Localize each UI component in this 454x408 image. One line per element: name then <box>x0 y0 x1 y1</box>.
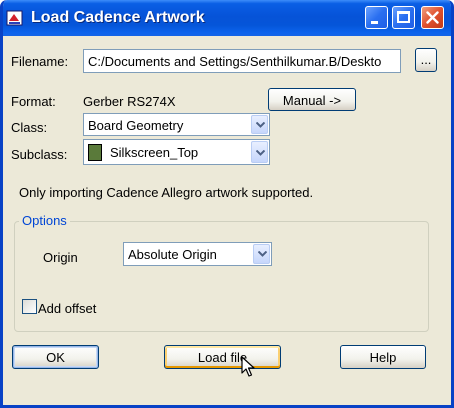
origin-select-value: Absolute Origin <box>128 247 217 262</box>
class-label: Class: <box>11 120 48 135</box>
dialog-window: Load Cadence Artwork Filename: C:/Docume… <box>0 0 454 408</box>
filename-field[interactable]: C:/Documents and Settings/Senthilkumar.B… <box>83 49 401 73</box>
minimize-button[interactable] <box>365 6 388 29</box>
origin-label: Origin <box>43 250 78 265</box>
add-offset-label[interactable]: Add offset <box>38 301 96 316</box>
add-offset-checkbox[interactable] <box>22 299 37 314</box>
color-swatch <box>88 144 102 161</box>
subclass-label: Subclass: <box>11 147 68 162</box>
format-label: Format: <box>11 94 56 109</box>
class-select-value: Board Geometry <box>88 118 184 133</box>
window-title: Load Cadence Artwork <box>31 9 205 26</box>
manual-button[interactable]: Manual -> <box>268 88 356 111</box>
browse-button[interactable]: ... <box>415 48 437 72</box>
close-icon <box>426 11 439 24</box>
close-button[interactable] <box>421 6 444 29</box>
browse-label: ... <box>420 52 432 67</box>
chevron-down-icon[interactable] <box>251 141 268 163</box>
maximize-icon <box>397 11 410 23</box>
options-legend: Options <box>19 213 70 228</box>
filename-label: Filename: <box>11 54 69 69</box>
minimize-icon <box>371 21 378 24</box>
help-button[interactable]: Help <box>340 345 426 369</box>
class-select[interactable]: Board Geometry <box>83 113 270 136</box>
help-button-label: Help <box>369 350 397 365</box>
origin-select[interactable]: Absolute Origin <box>123 242 272 266</box>
ok-button[interactable]: OK <box>12 345 99 369</box>
load-file-button-label: Load file <box>197 350 248 365</box>
chevron-down-icon[interactable] <box>251 115 268 134</box>
manual-button-label: Manual -> <box>282 93 342 108</box>
ok-button-label: OK <box>46 350 65 365</box>
load-file-button[interactable]: Load file <box>164 345 281 369</box>
title-bar[interactable]: Load Cadence Artwork <box>3 0 451 36</box>
subclass-select-value: Silkscreen_Top <box>110 145 199 160</box>
info-text: Only importing Cadence Allegro artwork s… <box>19 185 314 200</box>
maximize-button[interactable] <box>392 6 415 29</box>
mouse-cursor-icon <box>241 356 255 377</box>
chevron-down-icon[interactable] <box>253 244 270 264</box>
subclass-select[interactable]: Silkscreen_Top <box>83 139 270 165</box>
format-value: Gerber RS274X <box>83 94 176 109</box>
app-icon <box>6 9 24 27</box>
